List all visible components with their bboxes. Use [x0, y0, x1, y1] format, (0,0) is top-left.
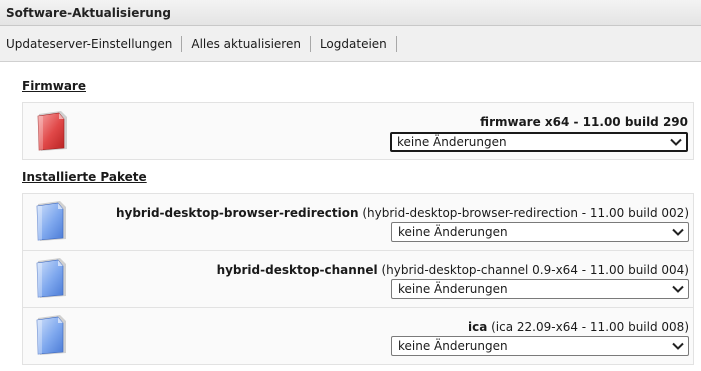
- package-name-main: hybrid-desktop-channel: [216, 263, 378, 277]
- chevron-down-icon: [672, 228, 684, 236]
- package-icon: [36, 201, 66, 241]
- toolbar-separator: [395, 35, 397, 52]
- package-name: ica (ica 22.09-x64 - 11.00 build 008): [468, 320, 689, 334]
- firmware-package-icon: [37, 111, 67, 151]
- package-name: hybrid-desktop-browser-redirection (hybr…: [116, 206, 689, 220]
- window-titlebar: Software-Aktualisierung: [0, 0, 701, 26]
- update-all-link[interactable]: Alles aktualisieren: [191, 37, 301, 51]
- chevron-down-icon: [672, 285, 684, 293]
- package-name-main: hybrid-desktop-browser-redirection: [115, 206, 359, 220]
- window-title: Software-Aktualisierung: [6, 6, 171, 20]
- package-action-value: keine Änderungen: [398, 225, 508, 239]
- logfiles-link[interactable]: Logdateien: [320, 37, 387, 51]
- firmware-heading: Firmware: [22, 79, 86, 93]
- toolbar: Updateserver-Einstellungen Alles aktuali…: [0, 26, 701, 62]
- package-version-detail: (hybrid-desktop-channel 0.9-x64 - 11.00 …: [381, 263, 689, 277]
- package-icon: [36, 315, 66, 355]
- firmware-action-value: keine Änderungen: [397, 135, 507, 149]
- main-content: Firmware firmware x64 - 11.00 build 290 …: [0, 62, 701, 371]
- package-icon: [36, 258, 66, 298]
- package-action-select[interactable]: keine Änderungen: [391, 336, 689, 356]
- chevron-down-icon: [672, 342, 684, 350]
- row-divider: [22, 307, 694, 308]
- package-name: hybrid-desktop-channel (hybrid-desktop-c…: [217, 263, 689, 277]
- toolbar-separator: [309, 35, 311, 52]
- package-action-value: keine Änderungen: [398, 282, 508, 296]
- installed-packages-heading: Installierte Pakete: [22, 170, 147, 184]
- package-name-main: ica: [467, 320, 488, 334]
- updateserver-settings-link[interactable]: Updateserver-Einstellungen: [6, 37, 172, 51]
- firmware-name-main: firmware x64 - 11.00 build 290: [480, 115, 688, 129]
- package-action-select[interactable]: keine Änderungen: [391, 279, 689, 299]
- firmware-row: firmware x64 - 11.00 build 290 keine Änd…: [22, 102, 694, 160]
- package-version-detail: (hybrid-desktop-browser-redirection - 11…: [362, 206, 689, 220]
- firmware-name: firmware x64 - 11.00 build 290: [480, 115, 688, 129]
- package-action-value: keine Änderungen: [398, 339, 508, 353]
- package-action-select[interactable]: keine Änderungen: [391, 222, 689, 242]
- row-divider: [22, 250, 694, 251]
- chevron-down-icon: [670, 138, 682, 146]
- firmware-action-select[interactable]: keine Änderungen: [390, 132, 688, 152]
- toolbar-separator: [181, 35, 183, 52]
- package-version-detail: (ica 22.09-x64 - 11.00 build 008): [491, 320, 689, 334]
